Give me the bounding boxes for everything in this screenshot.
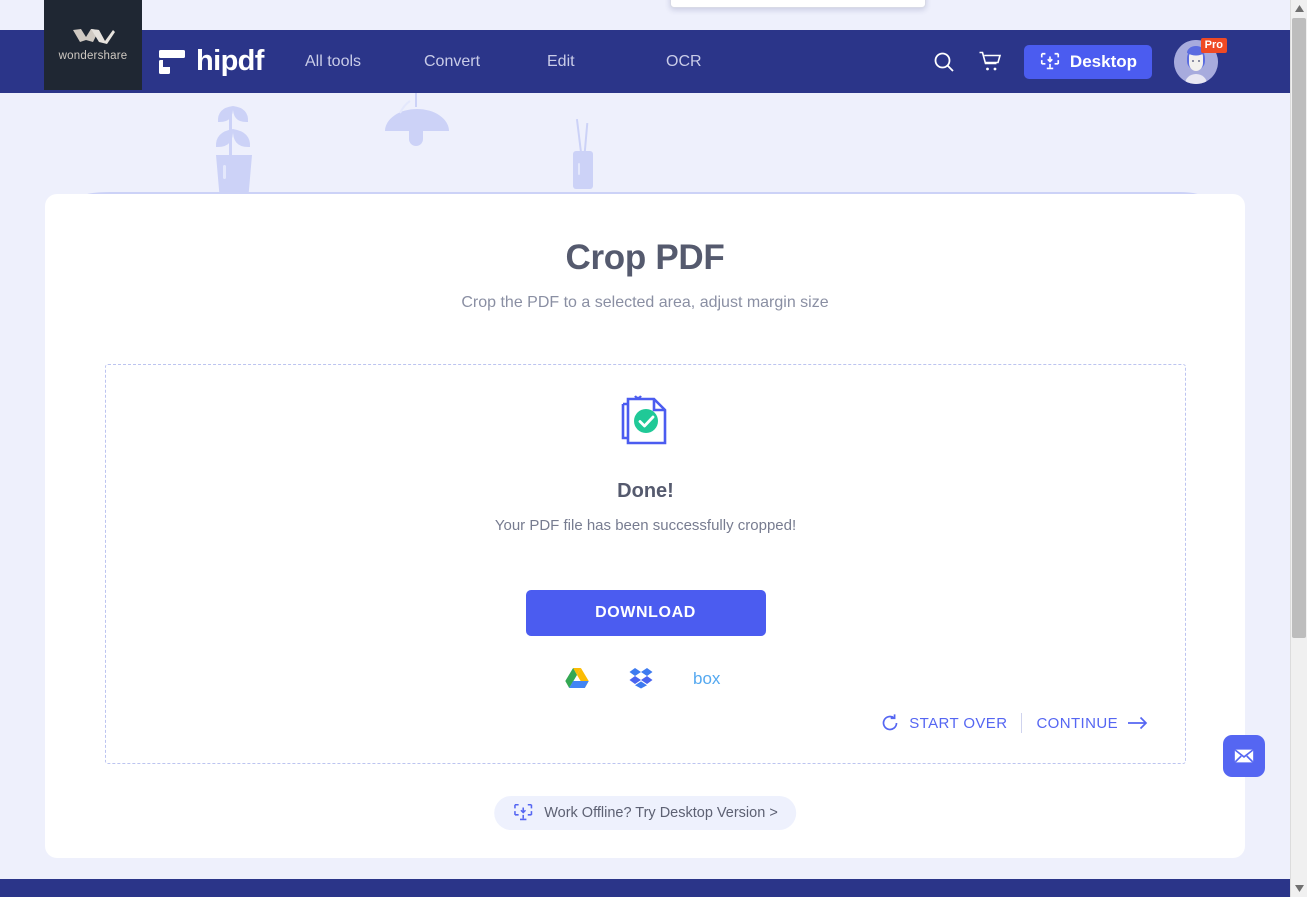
- cart-icon[interactable]: [978, 50, 1002, 74]
- work-offline-button[interactable]: Work Offline? Try Desktop Version >: [494, 796, 796, 830]
- primary-nav: All tools Convert Edit OCR: [290, 30, 754, 93]
- wondershare-label: wondershare: [58, 50, 128, 62]
- box-icon[interactable]: box: [693, 668, 727, 688]
- work-offline-label: Work Offline? Try Desktop Version >: [544, 805, 778, 821]
- footer-strip: [0, 879, 1290, 897]
- desktop-download-icon: [514, 803, 533, 821]
- restart-icon: [882, 714, 898, 731]
- continue-label: CONTINUE: [1036, 714, 1118, 732]
- hipdf-logo-icon: [159, 49, 185, 74]
- user-avatar-wrapper[interactable]: Pro: [1174, 37, 1227, 84]
- scroll-up-arrow[interactable]: [1291, 0, 1307, 17]
- download-button[interactable]: DOWNLOAD: [525, 590, 766, 636]
- cloud-save-targets: box: [106, 667, 1185, 689]
- page-content: wondershare hipdf All tools Convert Edit…: [0, 0, 1290, 897]
- pro-badge: Pro: [1200, 37, 1227, 53]
- continue-button[interactable]: CONTINUE: [1036, 714, 1149, 732]
- google-drive-icon[interactable]: [564, 667, 589, 689]
- vertical-scrollbar[interactable]: [1290, 0, 1307, 897]
- wondershare-mark: [73, 29, 115, 44]
- scroll-down-arrow[interactable]: [1291, 880, 1307, 897]
- search-icon[interactable]: [932, 50, 956, 74]
- result-message: Your PDF file has been successfully crop…: [494, 517, 797, 534]
- nav-item-ocr[interactable]: OCR: [638, 53, 754, 71]
- navbar-actions: Desktop Pro: [932, 30, 1227, 93]
- nav-item-convert[interactable]: Convert: [406, 53, 522, 71]
- browser-viewport: wondershare hipdf All tools Convert Edit…: [0, 0, 1307, 897]
- dropbox-icon[interactable]: [629, 667, 653, 689]
- page-title: Crop PDF: [565, 238, 725, 277]
- action-divider: [1021, 713, 1023, 733]
- desktop-download-icon: [1040, 52, 1059, 69]
- result-actions: START OVER CONTINUE: [880, 713, 1149, 733]
- contact-mail-fab[interactable]: [1223, 735, 1265, 777]
- svg-text:box: box: [693, 669, 721, 688]
- document-check-icon: [621, 395, 666, 445]
- hipdf-brand-text: hipdf: [196, 45, 264, 77]
- top-popup-panel: [670, 0, 926, 8]
- hipdf-brand[interactable]: hipdf: [158, 30, 264, 93]
- arrow-right-icon: [1128, 716, 1148, 730]
- nav-item-edit[interactable]: Edit: [522, 53, 638, 71]
- wondershare-logo[interactable]: wondershare: [44, 0, 142, 90]
- result-dropzone: Done! Your PDF file has been successfull…: [105, 364, 1186, 764]
- scrollbar-thumb[interactable]: [1292, 18, 1306, 638]
- main-card: Crop PDF Crop the PDF to a selected area…: [45, 194, 1245, 858]
- desktop-download-button[interactable]: Desktop: [1023, 44, 1152, 79]
- desktop-button-label: Desktop: [1069, 51, 1137, 71]
- start-over-button[interactable]: START OVER: [880, 713, 1007, 733]
- result-heading: Done!: [617, 480, 674, 502]
- envelope-icon: [1234, 749, 1254, 763]
- page-subtitle: Crop the PDF to a selected area, adjust …: [461, 294, 829, 311]
- nav-item-all-tools[interactable]: All tools: [290, 53, 406, 71]
- start-over-label: START OVER: [909, 714, 1008, 732]
